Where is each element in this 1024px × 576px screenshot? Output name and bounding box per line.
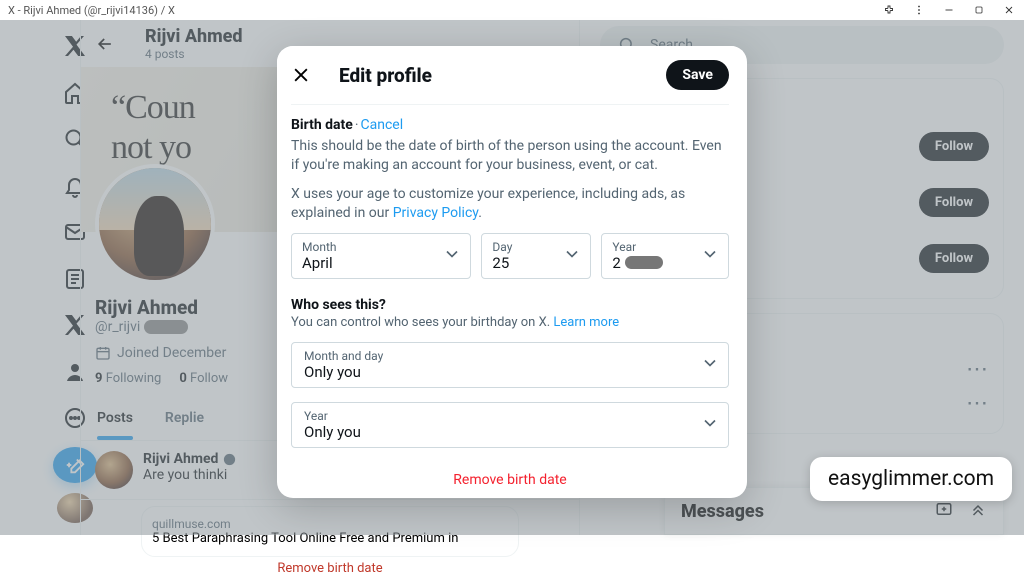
privacy-policy-link[interactable]: Privacy Policy bbox=[393, 205, 478, 221]
minimize-button[interactable] bbox=[942, 3, 956, 17]
extension-icon[interactable] bbox=[882, 3, 896, 17]
save-button[interactable]: Save bbox=[666, 60, 729, 90]
chevron-down-icon bbox=[442, 244, 462, 268]
birth-date-description-2: X uses your age to customize your experi… bbox=[291, 185, 729, 223]
redacted-year bbox=[625, 256, 663, 269]
chevron-down-icon bbox=[562, 244, 582, 268]
maximize-button[interactable] bbox=[972, 3, 986, 17]
overflow-icon[interactable] bbox=[912, 3, 926, 17]
modal-title: Edit profile bbox=[339, 64, 638, 87]
browser-titlebar: X - Rijvi Ahmed (@r_rijvi14136) / X bbox=[0, 0, 1024, 20]
close-icon[interactable] bbox=[291, 65, 311, 85]
day-select[interactable]: Day 25 bbox=[481, 233, 591, 279]
remove-birth-date-button[interactable]: Remove birth date bbox=[291, 462, 729, 494]
remove-text-bg: Remove birth date bbox=[81, 557, 579, 576]
cancel-link[interactable]: Cancel bbox=[361, 117, 404, 133]
chevron-down-icon bbox=[700, 413, 720, 437]
year-visibility-select[interactable]: Year Only you bbox=[291, 402, 729, 448]
month-day-visibility-select[interactable]: Month and day Only you bbox=[291, 342, 729, 388]
who-sees-heading: Who sees this? bbox=[291, 297, 729, 313]
chevron-down-icon bbox=[700, 353, 720, 377]
who-sees-description: You can control who sees your birthday o… bbox=[291, 315, 729, 330]
edit-profile-modal: Edit profile Save Birth date·Cancel This… bbox=[277, 46, 747, 498]
watermark: easyglimmer.com bbox=[810, 457, 1012, 501]
month-select[interactable]: Month April bbox=[291, 233, 471, 279]
year-select[interactable]: Year 2 bbox=[601, 233, 729, 279]
window-title: X - Rijvi Ahmed (@r_rijvi14136) / X bbox=[8, 4, 175, 17]
birth-date-description: This should be the date of birth of the … bbox=[291, 137, 729, 175]
chevron-down-icon bbox=[700, 244, 720, 268]
birth-date-heading: Birth date·Cancel bbox=[291, 117, 729, 133]
learn-more-link[interactable]: Learn more bbox=[553, 315, 619, 330]
window-close-button[interactable] bbox=[1002, 3, 1016, 17]
